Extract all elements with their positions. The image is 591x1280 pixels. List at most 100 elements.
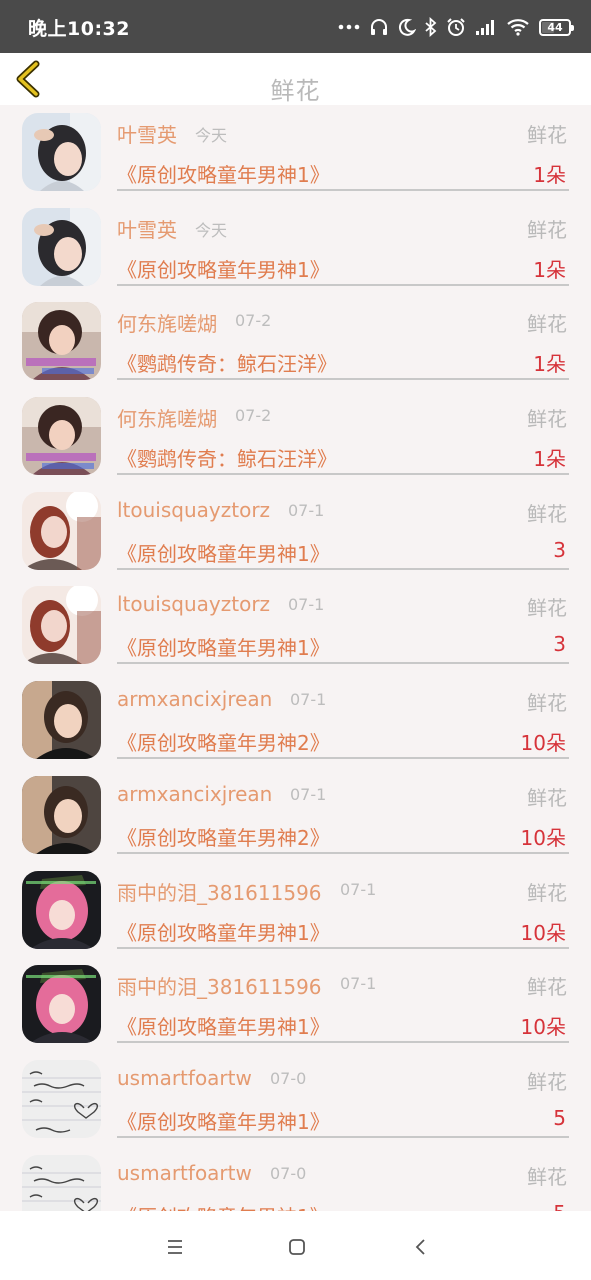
row-divider <box>117 757 569 760</box>
date-label: 07-2 <box>235 311 272 331</box>
gift-type: 鲜花 <box>527 1164 567 1189</box>
date-label: 07-0 <box>270 1068 307 1088</box>
avatar <box>22 965 101 1044</box>
user-name: 叶雪英 <box>117 123 177 147</box>
flower-amount: 1朵 <box>533 257 566 282</box>
signal-icon <box>476 20 494 35</box>
flower-amount: 1朵 <box>533 163 566 187</box>
book-title: 《原创攻略童年男神1》 <box>117 920 330 945</box>
user-name: 雨中的泪_381611596 <box>117 975 322 1000</box>
date-label: 07-2 <box>235 406 272 426</box>
date-label: 07-1 <box>290 690 327 710</box>
home-square-icon <box>289 1239 305 1255</box>
flower-amount: 10朵 <box>520 825 566 850</box>
user-name: ltouisquayztorz <box>117 497 271 522</box>
list-item[interactable]: armxancixjrean 07-1 鲜花《原创攻略童年男神2》 10朵 <box>0 768 591 863</box>
user-name: usmartfoartw <box>117 1160 252 1185</box>
book-title: 《原创攻略童年男神1》 <box>117 636 330 661</box>
back-chevron-icon <box>415 1239 425 1255</box>
row-divider <box>117 851 569 854</box>
avatar <box>22 302 101 381</box>
date-label: 今天 <box>195 220 228 240</box>
flower-amount: 1朵 <box>533 447 566 472</box>
row-divider <box>117 1041 569 1044</box>
avatar <box>22 113 101 191</box>
avatar <box>22 870 101 949</box>
avatar <box>22 775 101 854</box>
flower-amount: 3 <box>553 537 566 562</box>
row-divider <box>117 378 569 381</box>
date-label: 07-1 <box>288 500 325 520</box>
book-title: 《原创攻略童年男神2》 <box>117 731 330 756</box>
book-title: 《鹦鹉传奇：鲸石汪洋》 <box>117 447 337 472</box>
list-item[interactable]: usmartfoartw 07-0 鲜花《原创攻略童年男神1》 5 <box>0 1147 591 1211</box>
user-name: armxancixjrean <box>117 781 273 806</box>
menu-button[interactable] <box>163 1235 187 1259</box>
gift-type: 鲜花 <box>527 312 567 337</box>
gift-type: 鲜花 <box>527 123 567 147</box>
gift-type: 鲜花 <box>527 785 567 810</box>
list-item[interactable]: ltouisquayztorz 07-1 鲜花 《原创攻略童年男神1》 3 <box>0 484 591 579</box>
gift-type: 鲜花 <box>527 501 567 526</box>
status-icons: 44 <box>338 14 574 40</box>
user-name: 叶雪英 <box>117 217 177 242</box>
date-label: 07-1 <box>340 974 377 994</box>
back-nav-button[interactable] <box>409 1235 433 1259</box>
gift-type: 鲜花 <box>527 407 567 432</box>
list-item[interactable]: 雨中的泪_381611596 07-1 鲜花 《原创攻略童年男神1》 10朵 <box>0 957 591 1052</box>
user-name: usmartfoartw <box>117 1065 252 1090</box>
date-label: 07-1 <box>290 784 327 804</box>
gift-type: 鲜花 <box>527 217 567 242</box>
gift-type: 鲜花 <box>527 880 567 905</box>
avatar <box>22 586 101 665</box>
avatar <box>22 1059 101 1138</box>
app-header: 鲜花 <box>0 53 591 105</box>
row-divider <box>117 473 569 476</box>
alarm-icon <box>447 18 465 36</box>
list-item[interactable]: 雨中的泪_381611596 07-1 鲜花 《原创攻略童年男神1》 10朵 <box>0 863 591 958</box>
row-divider <box>117 946 569 949</box>
user-name: 何东旄嗟煳 <box>117 407 217 432</box>
flower-record-list[interactable]: 叶雪英 今天 鲜花 《原创攻略童年男神1》 1朵 叶雪英 今天 鲜花 《原创攻略童年男神1》 1朵… <box>0 105 591 1211</box>
status-bar: 晚上10:32 44 <box>0 0 591 53</box>
flower-amount: 5 <box>553 1201 566 1211</box>
book-title: 《原创攻略童年男神1》 <box>117 1109 330 1134</box>
avatar <box>22 397 101 476</box>
book-title: 《原创攻略童年男神2》 <box>117 825 330 850</box>
flower-amount: 10朵 <box>520 731 566 756</box>
moon-icon <box>398 18 416 36</box>
avatar <box>22 491 101 570</box>
page-title: 鲜花 <box>270 77 321 105</box>
row-divider <box>117 567 569 570</box>
list-item[interactable]: usmartfoartw 07-0 鲜花《原创攻略童年男神1》 5 <box>0 1052 591 1147</box>
wifi-icon <box>507 19 529 36</box>
date-label: 07-1 <box>340 879 377 899</box>
list-item[interactable]: ltouisquayztorz 07-1 鲜花 《原创攻略童年男神1》 3 <box>0 578 591 673</box>
row-divider <box>117 662 569 665</box>
user-name: ltouisquayztorz <box>117 592 271 617</box>
system-nav-bar <box>0 1211 591 1280</box>
flower-amount: 1朵 <box>533 352 566 377</box>
gift-type: 鲜花 <box>527 596 567 621</box>
status-time: 晚上10:32 <box>28 18 130 40</box>
list-item[interactable]: 叶雪英 今天 鲜花《原创攻略童年男神1》 1朵 <box>0 200 591 295</box>
row-divider <box>117 1135 569 1138</box>
book-title: 《鹦鹉传奇：鲸石汪洋》 <box>117 352 337 377</box>
flower-amount: 5 <box>553 1105 566 1130</box>
user-name: 何东旄嗟煳 <box>117 312 217 337</box>
date-label: 07-0 <box>270 1163 307 1183</box>
user-name: 雨中的泪_381611596 <box>117 880 322 905</box>
gift-type: 鲜花 <box>527 975 567 1000</box>
list-item[interactable]: 叶雪英 今天 鲜花 《原创攻略童年男神1》 1朵 <box>0 105 591 200</box>
book-title: 《原创攻略童年男神1》 <box>117 1201 330 1211</box>
more-dots-icon <box>338 24 360 30</box>
row-divider <box>117 189 569 191</box>
home-button[interactable] <box>285 1235 309 1259</box>
avatar <box>22 207 101 286</box>
list-item[interactable]: armxancixjrean 07-1 鲜花 《原创攻略童年男神2》 10朵 <box>0 673 591 768</box>
battery-icon: 44 <box>539 18 574 36</box>
list-item[interactable]: 何东旄嗟煳 07-2 鲜花《鹦鹉传奇：鲸石汪洋》 1朵 <box>0 294 591 389</box>
battery-level: 44 <box>547 20 563 34</box>
list-item[interactable]: 何东旄嗟煳 07-2 鲜花《鹦鹉传奇：鲸石汪洋》 1朵 <box>0 389 591 484</box>
book-title: 《原创攻略童年男神1》 <box>117 257 330 282</box>
